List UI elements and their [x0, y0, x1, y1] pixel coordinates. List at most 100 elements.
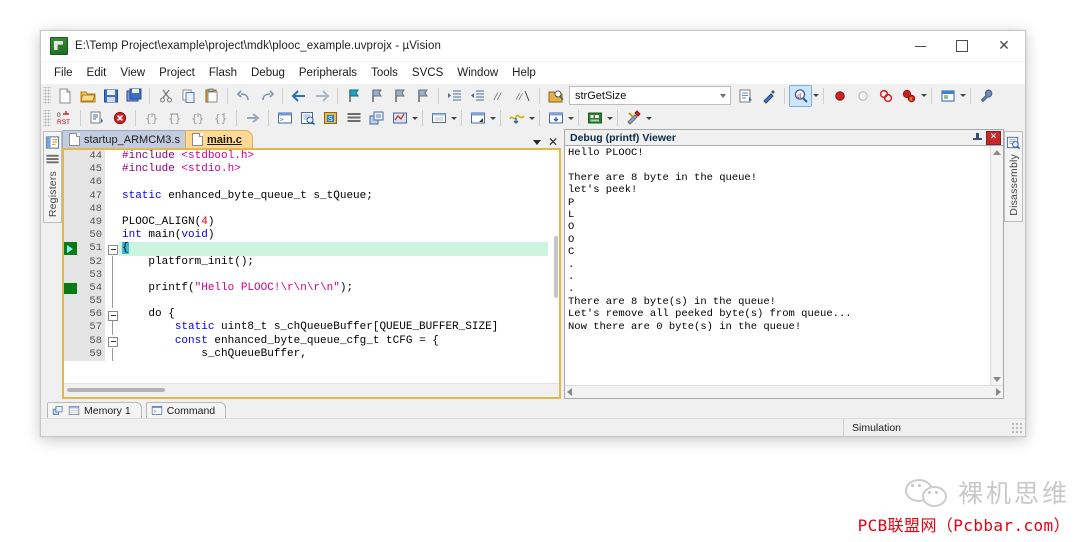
sidebar-item-registers[interactable]: Registers: [47, 171, 59, 217]
call-stack-icon[interactable]: [365, 107, 388, 129]
breakpoint-gutter[interactable]: [64, 163, 77, 177]
debug-horizontal-scrollbar[interactable]: [565, 385, 1003, 398]
bookmark-clear-icon[interactable]: [411, 85, 434, 107]
menu-project[interactable]: Project: [152, 65, 202, 81]
registers-window-icon[interactable]: [342, 107, 365, 129]
tab-main-c[interactable]: main.c: [184, 130, 253, 148]
fold-collapse-icon[interactable]: [105, 242, 119, 256]
menu-window[interactable]: Window: [450, 65, 505, 81]
code-line[interactable]: 57 static uint8_t s_chQueueBuffer[QUEUE_…: [64, 321, 559, 335]
find-combo[interactable]: strGetSize: [569, 86, 731, 105]
breakpoint-gutter[interactable]: [64, 321, 77, 335]
code-line[interactable]: 53: [64, 268, 559, 282]
copy-icon[interactable]: [177, 85, 200, 107]
configure-icon[interactable]: [757, 85, 780, 107]
code-line[interactable]: 49 PLOOC_ALIGN(4): [64, 215, 559, 230]
trace-dropdown-icon[interactable]: [568, 116, 574, 120]
minimize-button[interactable]: [899, 31, 941, 61]
bookmark-prev-icon[interactable]: [365, 85, 388, 107]
tab-list-dropdown-icon[interactable]: [532, 139, 541, 145]
disable-all-breakpoints-icon[interactable]: x: [897, 85, 920, 107]
paste-icon[interactable]: [200, 85, 223, 107]
scroll-up-icon[interactable]: [991, 146, 1003, 158]
toolbar-grip[interactable]: [43, 87, 51, 104]
code-line[interactable]: 55: [64, 295, 559, 309]
close-button[interactable]: ✕: [983, 31, 1025, 61]
start-debug-icon[interactable]: d: [789, 84, 812, 107]
pin-icon[interactable]: [972, 132, 983, 143]
find-in-files-icon[interactable]: [544, 85, 567, 107]
new-file-icon[interactable]: [53, 85, 76, 107]
menu-peripherals[interactable]: Peripherals: [292, 65, 364, 81]
code-line[interactable]: 45 #include <stdio.h>: [64, 163, 559, 177]
watch-dropdown-icon[interactable]: [412, 116, 418, 120]
stop-icon[interactable]: [108, 107, 131, 129]
code-line[interactable]: 56 do {: [64, 308, 559, 322]
debug-vertical-scrollbar[interactable]: [990, 146, 1003, 385]
code-line[interactable]: 46: [64, 176, 559, 190]
watch-window-icon[interactable]: [388, 107, 411, 129]
sidebar-item-disassembly[interactable]: Disassembly: [1008, 154, 1020, 216]
save-icon[interactable]: [99, 85, 122, 107]
toolbox-icon[interactable]: [622, 107, 645, 129]
code-line[interactable]: 52 platform_init();: [64, 255, 559, 269]
breakpoints-dropdown-icon[interactable]: [921, 94, 927, 97]
step-over-icon[interactable]: {}: [163, 107, 186, 129]
search-input[interactable]: strGetSize: [570, 90, 715, 102]
breakpoint-gutter[interactable]: [64, 150, 77, 164]
menu-file[interactable]: File: [47, 65, 80, 81]
disable-breakpoint-icon[interactable]: [851, 85, 874, 107]
menu-edit[interactable]: Edit: [80, 65, 114, 81]
project-window-icon[interactable]: [45, 135, 60, 150]
menu-tools[interactable]: Tools: [364, 65, 405, 81]
bottom-tab-command[interactable]: >_ Command: [145, 402, 227, 418]
bookmark-list-icon[interactable]: [734, 85, 757, 107]
step-into-icon[interactable]: {}: [140, 107, 163, 129]
code-line[interactable]: 48: [64, 202, 559, 216]
close-document-icon[interactable]: ✕: [548, 136, 558, 148]
breakpoint-gutter[interactable]: [64, 334, 77, 348]
cut-icon[interactable]: [154, 85, 177, 107]
bookmark-toggle-icon[interactable]: [342, 85, 365, 107]
memory-dropdown-icon[interactable]: [451, 116, 457, 120]
indent-icon[interactable]: [443, 85, 466, 107]
scrollbar-thumb[interactable]: [554, 236, 558, 298]
maximize-button[interactable]: [941, 31, 983, 61]
breakpoint-marker[interactable]: [64, 281, 77, 296]
menu-flash[interactable]: Flash: [202, 65, 244, 81]
system-viewer-icon[interactable]: [583, 107, 606, 129]
code-area[interactable]: 44 #include <stdbool.h> 45 #include <stdio.…: [64, 150, 559, 383]
configure-target-icon[interactable]: [975, 85, 998, 107]
chevron-down-icon[interactable]: [715, 88, 730, 103]
reset-cpu-icon[interactable]: 0 RST: [53, 107, 76, 129]
command-window-icon[interactable]: >_: [273, 107, 296, 129]
uncomment-icon[interactable]: //: [512, 85, 535, 107]
menu-help[interactable]: Help: [505, 65, 543, 81]
breakpoint-gutter[interactable]: [64, 229, 77, 243]
serial-window-icon[interactable]: [466, 107, 489, 129]
symbols-window-icon[interactable]: S: [319, 107, 342, 129]
kill-all-breakpoints-icon[interactable]: [874, 85, 897, 107]
analysis-window-icon[interactable]: [505, 107, 528, 129]
breakpoint-gutter[interactable]: [64, 215, 77, 230]
menu-debug[interactable]: Debug: [244, 65, 292, 81]
breakpoint-gutter[interactable]: [64, 268, 77, 282]
breakpoint-gutter[interactable]: [64, 308, 77, 322]
comment-icon[interactable]: //: [489, 85, 512, 107]
code-line[interactable]: 47 static enhanced_byte_queue_t s_tQueue;: [64, 189, 559, 203]
navigate-forward-icon[interactable]: [310, 85, 333, 107]
toolbox-dropdown-icon[interactable]: [646, 116, 652, 120]
manage-windows-icon[interactable]: [936, 85, 959, 107]
run-icon[interactable]: [85, 107, 108, 129]
open-file-icon[interactable]: [76, 85, 99, 107]
manage-windows-dropdown-icon[interactable]: [960, 94, 966, 97]
code-line[interactable]: 50 int main(void): [64, 229, 559, 243]
scroll-right-icon[interactable]: [996, 386, 1001, 398]
breakpoint-gutter[interactable]: [64, 176, 77, 190]
bottom-tab-memory-1[interactable]: Memory 1: [47, 402, 142, 418]
outdent-icon[interactable]: [466, 85, 489, 107]
code-line[interactable]: 44 #include <stdbool.h>: [64, 150, 559, 164]
disassembly-window-icon[interactable]: [296, 107, 319, 129]
breakpoint-gutter[interactable]: [64, 347, 77, 361]
registers-icon[interactable]: [45, 152, 60, 167]
